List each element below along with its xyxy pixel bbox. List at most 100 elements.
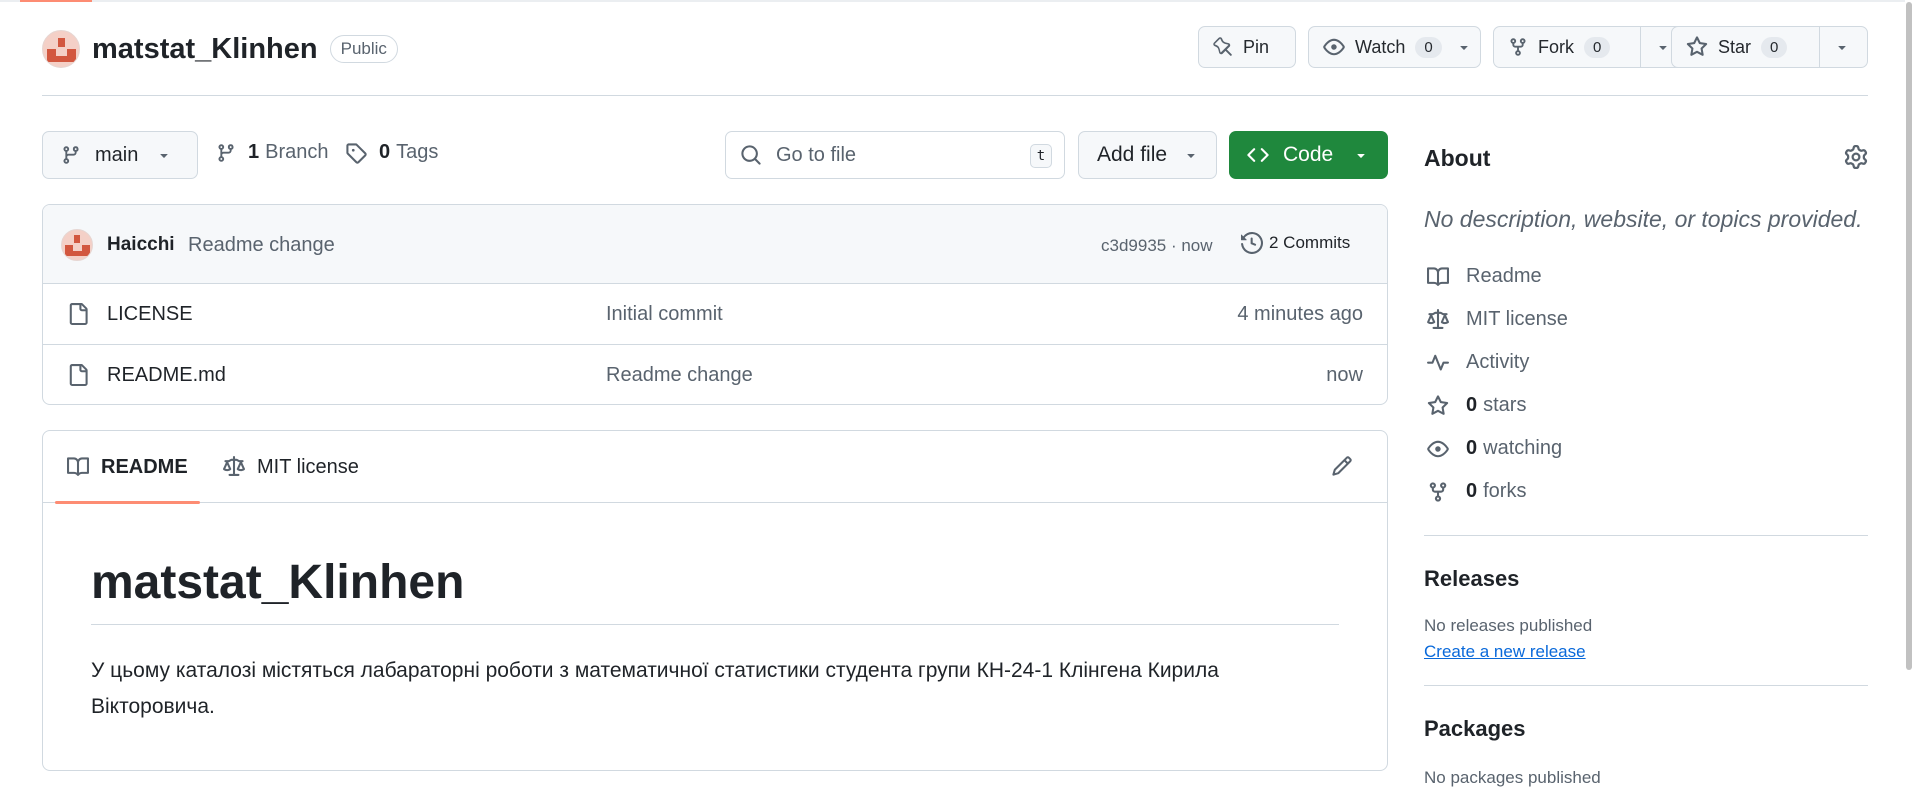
commit-author[interactable]: Haicchi bbox=[107, 234, 175, 256]
caret-down-icon bbox=[1655, 39, 1671, 55]
branch-icon bbox=[61, 145, 81, 165]
caret-down-icon bbox=[1834, 39, 1850, 55]
sidebar-item-forks[interactable]: 0 forks bbox=[1424, 470, 1868, 513]
branch-label: Branch bbox=[265, 141, 329, 163]
file-row: README.md Readme change now bbox=[43, 345, 1387, 404]
scrollbar-thumb[interactable] bbox=[1906, 2, 1912, 670]
commit-message[interactable]: Readme change bbox=[188, 234, 335, 257]
divider bbox=[1424, 535, 1868, 536]
go-to-file-input[interactable]: Go to file t bbox=[725, 131, 1065, 179]
tag-icon bbox=[345, 142, 367, 164]
tags-link[interactable]: 0 Tags bbox=[345, 141, 438, 164]
branch-selector[interactable]: main bbox=[42, 131, 198, 179]
packages-title[interactable]: Packages bbox=[1424, 716, 1868, 742]
top-rule bbox=[0, 0, 1913, 2]
star-dropdown[interactable] bbox=[1819, 27, 1864, 67]
file-name-link[interactable]: LICENSE bbox=[107, 303, 193, 326]
star-icon bbox=[1686, 36, 1708, 58]
book-icon bbox=[67, 456, 89, 478]
sidebar-item-label: forks bbox=[1483, 480, 1527, 502]
star-button[interactable]: Star 0 bbox=[1671, 26, 1868, 68]
branch-count: 1 bbox=[248, 141, 260, 163]
divider bbox=[1424, 685, 1868, 686]
tab-license[interactable]: MIT license bbox=[211, 431, 371, 503]
pin-label: Pin bbox=[1243, 36, 1270, 57]
commits-link[interactable]: 2 Commits bbox=[1241, 232, 1350, 254]
sidebar-item-license[interactable]: MIT license bbox=[1424, 298, 1868, 341]
sidebar-item-watching[interactable]: 0 watching bbox=[1424, 427, 1868, 470]
author-avatar[interactable] bbox=[61, 229, 93, 261]
fork-icon bbox=[1424, 481, 1452, 503]
code-icon bbox=[1247, 144, 1269, 166]
fork-count: 0 bbox=[1584, 36, 1611, 58]
file-icon bbox=[67, 363, 89, 387]
branches-link[interactable]: 1 Branch bbox=[216, 141, 329, 164]
about-description: No description, website, or topics provi… bbox=[1424, 206, 1863, 232]
releases-title[interactable]: Releases bbox=[1424, 566, 1868, 592]
file-row: LICENSE Initial commit 4 minutes ago bbox=[43, 284, 1387, 345]
file-commit-message[interactable]: Readme change bbox=[606, 364, 753, 387]
about-title: About bbox=[1424, 145, 1491, 171]
create-release-link[interactable]: Create a new release bbox=[1424, 642, 1586, 662]
watch-dropdown[interactable] bbox=[1450, 27, 1482, 67]
edit-pencil-icon[interactable] bbox=[1331, 455, 1353, 477]
readme-text: У цьому каталозі містяться лабараторні р… bbox=[91, 659, 1219, 718]
repo-name-link[interactable]: matstat_Klinhen bbox=[92, 33, 318, 66]
pulse-icon bbox=[1424, 352, 1452, 374]
star-label: Star bbox=[1718, 36, 1752, 57]
code-button[interactable]: Code bbox=[1229, 131, 1388, 179]
tab-readme[interactable]: README bbox=[55, 431, 200, 504]
tag-label: Tags bbox=[396, 141, 439, 163]
go-to-file-placeholder: Go to file bbox=[776, 143, 857, 166]
page-scrollbar[interactable] bbox=[1905, 0, 1913, 791]
page-progress-bar bbox=[20, 0, 92, 2]
readme-panel: README MIT license matstat_Klinhen У цьо… bbox=[42, 430, 1388, 771]
sidebar-item-label: watching bbox=[1483, 437, 1563, 459]
watch-count: 0 bbox=[1415, 36, 1442, 58]
owner-avatar[interactable] bbox=[42, 30, 80, 68]
packages-empty-text: No packages published bbox=[1424, 768, 1601, 787]
watch-button[interactable]: Watch 0 bbox=[1308, 26, 1481, 68]
sidebar-item-stars[interactable]: 0 stars bbox=[1424, 384, 1868, 427]
law-icon bbox=[223, 456, 245, 478]
stars-count: 0 bbox=[1466, 394, 1478, 416]
commit-hash-time[interactable]: c3d9935 · now bbox=[1101, 236, 1213, 256]
repo-header: matstat_Klinhen Public Pin Watch 0 Fork bbox=[42, 24, 1868, 96]
file-icon bbox=[67, 302, 89, 326]
pin-button[interactable]: Pin bbox=[1198, 26, 1296, 68]
add-file-button[interactable]: Add file bbox=[1078, 131, 1217, 179]
history-icon bbox=[1241, 232, 1263, 254]
file-commit-time: 4 minutes ago bbox=[1237, 303, 1363, 325]
sidebar-item-label: Activity bbox=[1466, 351, 1530, 373]
caret-down-icon bbox=[1456, 39, 1472, 55]
star-count: 0 bbox=[1761, 36, 1788, 58]
law-icon bbox=[1424, 308, 1452, 331]
tab-license-label: MIT license bbox=[257, 455, 359, 478]
about-sidebar: About No description, website, or topics… bbox=[1424, 131, 1868, 788]
search-icon bbox=[740, 144, 762, 166]
eye-icon bbox=[1424, 438, 1452, 460]
gear-icon[interactable] bbox=[1844, 145, 1868, 169]
sidebar-item-label: stars bbox=[1483, 394, 1527, 416]
commits-count-label: 2 Commits bbox=[1269, 233, 1351, 252]
caret-down-icon bbox=[1183, 147, 1199, 163]
releases-empty-text: No releases published bbox=[1424, 616, 1593, 635]
pin-icon bbox=[1213, 37, 1233, 57]
book-icon bbox=[1424, 266, 1452, 288]
fork-icon bbox=[1508, 37, 1528, 57]
sidebar-item-readme[interactable]: Readme bbox=[1424, 255, 1868, 298]
watching-count: 0 bbox=[1466, 437, 1478, 459]
file-commit-message[interactable]: Initial commit bbox=[606, 303, 723, 326]
branch-icon bbox=[216, 143, 236, 163]
caret-down-icon bbox=[1353, 147, 1369, 163]
watch-label: Watch bbox=[1355, 36, 1406, 57]
sidebar-item-label: Readme bbox=[1466, 265, 1542, 287]
about-links: Readme MIT license Activity 0 stars 0 wa… bbox=[1424, 255, 1868, 513]
forks-count: 0 bbox=[1466, 480, 1478, 502]
file-name-link[interactable]: README.md bbox=[107, 364, 226, 387]
sidebar-item-activity[interactable]: Activity bbox=[1424, 341, 1868, 384]
tag-count: 0 bbox=[379, 141, 391, 163]
fork-button[interactable]: Fork 0 bbox=[1493, 26, 1689, 68]
sidebar-item-label: MIT license bbox=[1466, 308, 1568, 330]
readme-body: matstat_Klinhen У цьому каталозі містять… bbox=[43, 555, 1387, 725]
